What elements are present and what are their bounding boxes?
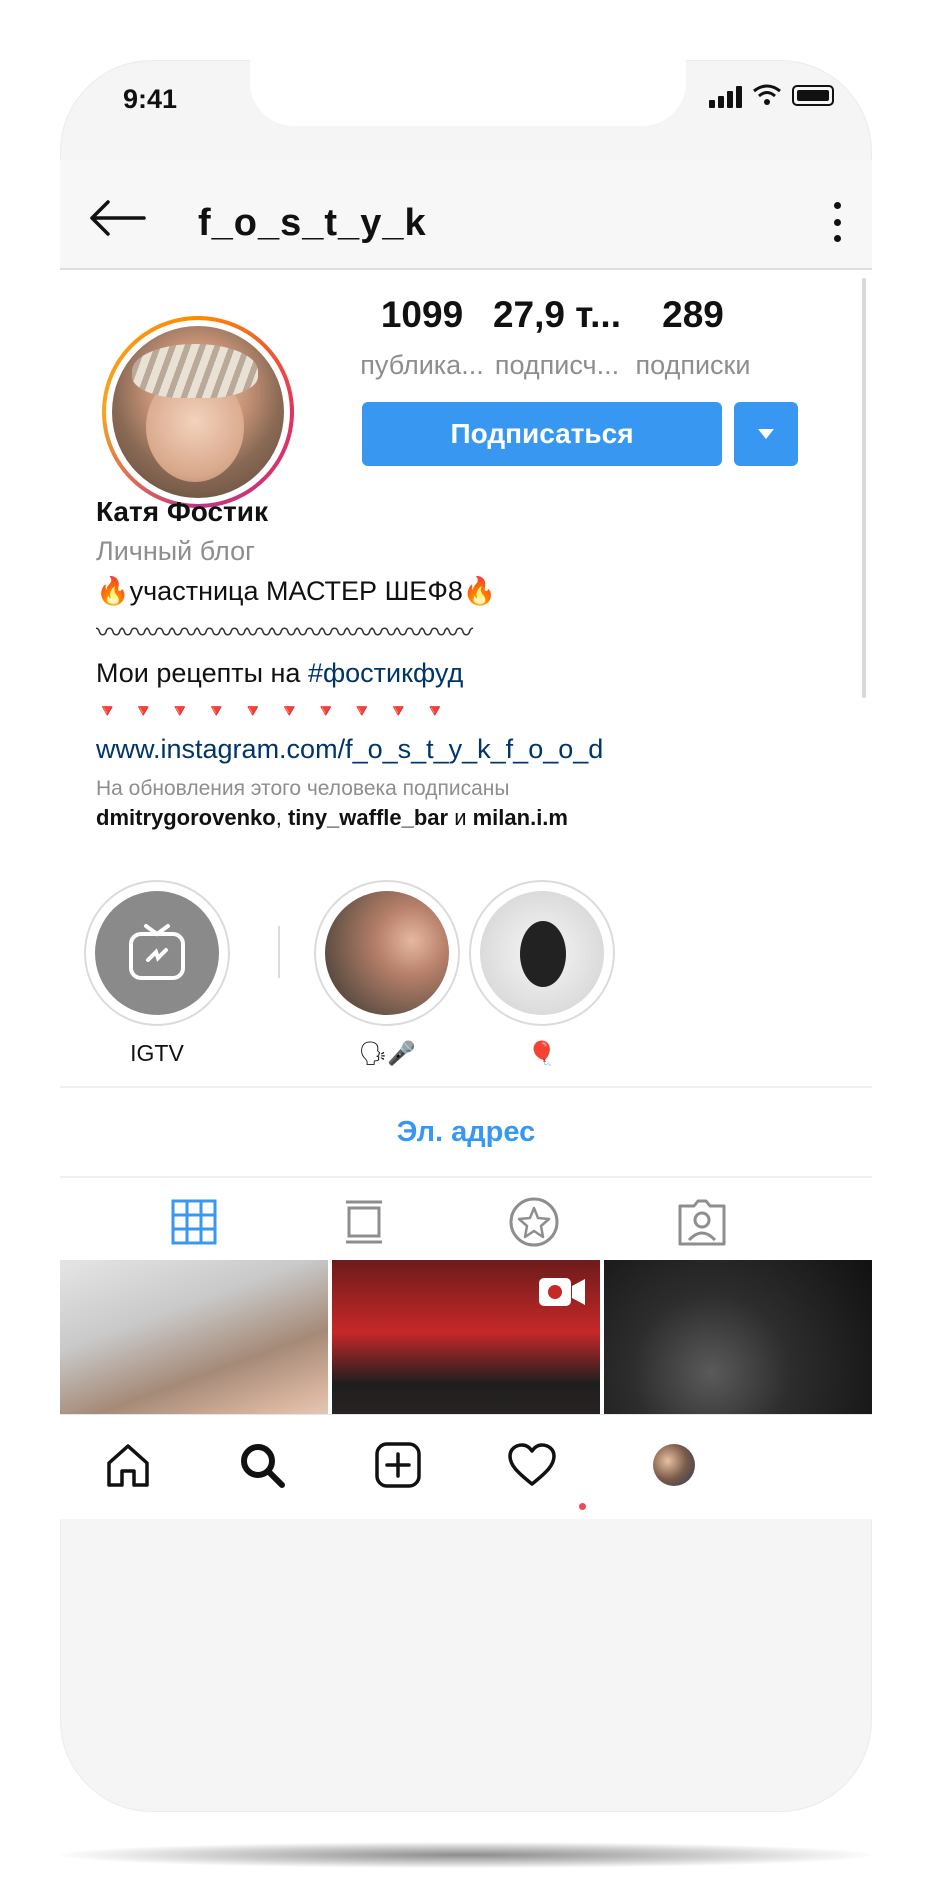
stat-posts-value: 1099 [380,294,464,335]
stat-following-value: 289 [662,294,724,335]
story-highlights: IGTV 🗣🎤 🎈 [60,880,872,1066]
plus-square-icon [375,1442,421,1488]
highlight-label-2: 🗣🎤 [358,1040,416,1066]
profile-header: f_o_s_t_y_k [60,160,872,270]
followed-by-and: и [448,805,473,830]
device-shadow [60,1842,872,1868]
followed-by-user-1[interactable]: dmitrygorovenko [96,805,276,830]
highlight-2[interactable]: 🗣🎤 [312,880,462,1067]
bio-website-link[interactable]: www.instagram.com/f_o_s_t_y_k_f_o_o_d [96,734,836,765]
highlight-label-igtv: IGTV [130,1040,184,1066]
bio-wave: 〰〰〰〰〰〰〰〰〰〰〰〰〰〰〰 [96,618,473,648]
followed-by-list: dmitrygorovenko, tiny_waffle_bar и milan… [96,805,836,831]
bio-hashtag[interactable]: #фостикфуд [308,658,463,688]
profile-avatar-icon [653,1444,695,1486]
igtv-icon [129,924,185,980]
highlight-cover-2 [325,891,449,1015]
stat-followers-value: 27,9 т... [492,294,621,335]
bio-category: Личный блог [96,536,255,566]
email-row: Эл. адрес [60,1086,872,1178]
more-options-icon[interactable] [832,202,842,242]
back-arrow-icon[interactable] [88,198,146,238]
notch [250,60,686,126]
followed-by-user-2[interactable]: tiny_waffle_bar [288,805,448,830]
video-camera-icon [539,1278,585,1306]
stat-posts[interactable]: 1099 публика... [360,294,484,381]
nav-profile[interactable] [648,1439,700,1491]
search-icon [241,1444,285,1488]
stat-followers-label: подписч... [494,350,620,380]
stat-posts-label: публика... [360,350,484,380]
stat-following-label: подписки [635,350,751,380]
stat-followers[interactable]: 27,9 т... подписч... [492,294,622,381]
profile-avatar[interactable] [102,316,294,508]
bio-line-2: Мои рецепты на #фостикфуд [96,658,836,689]
follow-button[interactable]: Подписаться [362,402,722,466]
tab-feed[interactable] [336,1194,392,1250]
profile-content: 1099 публика... 27,9 т... подписч... 289… [60,270,872,1466]
highlight-igtv[interactable]: IGTV [82,880,232,1067]
activity-notification-dot [579,1503,586,1510]
bio-emoji-row: 🔻🔻🔻🔻🔻🔻🔻🔻🔻🔻 [96,701,461,721]
followed-by-note: На обновления этого человека подписаны [96,777,510,800]
suggestions-dropdown-button[interactable] [734,402,798,466]
highlight-label-3: 🎈 [527,1040,557,1066]
tab-tagged[interactable] [674,1194,730,1250]
profile-tabs [60,1176,872,1262]
grid-icon [171,1199,217,1245]
profile-bio: Катя Фостик Личный блог 🔥участница МАСТЕ… [96,496,836,831]
highlight-cover-3 [480,891,604,1015]
nav-home[interactable] [102,1439,154,1491]
avatar-photo [112,326,284,498]
status-time: 9:41 [123,84,178,114]
bottom-navigation [60,1414,872,1519]
bio-line-1: 🔥участница МАСТЕР ШЕФ8🔥 [96,576,497,606]
followed-by-separator: , [275,805,288,830]
highlight-divider [278,926,280,978]
phone-frame: 9:41 f_o_s_t_y_k 1099 публика... 27,9 т.… [60,60,872,1812]
bio-line-2-text: Мои рецепты на [96,658,308,688]
email-button[interactable]: Эл. адрес [397,1116,536,1149]
bio-name: Катя Фостик [96,496,268,527]
stat-following[interactable]: 289 подписки [630,294,756,381]
tagged-user-icon [678,1199,726,1246]
feed-icon [346,1200,382,1244]
header-username: f_o_s_t_y_k [198,202,427,244]
chevron-down-icon [758,429,774,439]
scrollbar[interactable] [862,278,866,698]
tab-guides[interactable] [506,1194,562,1250]
nav-new-post[interactable] [372,1439,424,1491]
followed-by-user-3[interactable]: milan.i.m [473,805,568,830]
star-circle-icon [509,1197,559,1247]
wifi-icon [753,84,781,105]
highlight-3[interactable]: 🎈 [467,880,617,1067]
home-icon [107,1444,149,1487]
status-icons [709,82,834,108]
nav-search[interactable] [236,1439,288,1491]
nav-activity[interactable] [506,1439,558,1491]
heart-icon [508,1443,556,1486]
tab-grid[interactable] [166,1194,222,1250]
signal-icon [709,82,742,108]
battery-icon [792,84,834,106]
